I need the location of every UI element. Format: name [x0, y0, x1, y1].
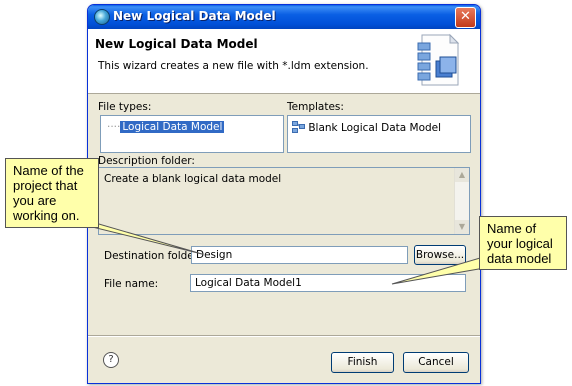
- file-type-label: Logical Data Model: [120, 121, 225, 133]
- tree-item-logical-data-model[interactable]: ···· Logical Data Model: [107, 121, 225, 133]
- wizard-title: New Logical Data Model: [95, 37, 258, 51]
- templates-list[interactable]: Blank Logical Data Model: [287, 115, 471, 153]
- file-types-tree[interactable]: ···· Logical Data Model: [100, 115, 284, 153]
- description-text-area: Create a blank logical data model ▲ ▼: [98, 167, 470, 235]
- file-types-label: File types:: [98, 101, 152, 113]
- list-item-blank-logical-data-model[interactable]: Blank Logical Data Model: [292, 121, 441, 134]
- file-name-input[interactable]: Logical Data Model1: [190, 274, 466, 292]
- finish-button[interactable]: Finish: [331, 352, 394, 373]
- title-bar[interactable]: New Logical Data Model ✕: [88, 5, 480, 29]
- project-name-callout: Name of the project that you are working…: [5, 158, 99, 228]
- scroll-up-icon[interactable]: ▲: [455, 168, 469, 182]
- template-label: Blank Logical Data Model: [308, 122, 442, 134]
- footer-separator: [88, 335, 480, 337]
- browse-button[interactable]: Browse...: [414, 245, 466, 265]
- close-button[interactable]: ✕: [455, 7, 476, 28]
- template-icon: [292, 121, 305, 133]
- description-scrollbar[interactable]: ▲ ▼: [454, 168, 469, 234]
- description-folder-label: Description folder:: [98, 155, 195, 167]
- scroll-down-icon[interactable]: ▼: [455, 220, 469, 234]
- cancel-button[interactable]: Cancel: [403, 352, 469, 373]
- help-icon[interactable]: ?: [103, 352, 119, 368]
- new-logical-data-model-dialog: New Logical Data Model ✕ New Logical Dat…: [87, 4, 481, 384]
- model-name-callout: Name of your logical data model: [479, 216, 567, 270]
- wizard-header: New Logical Data Model This wizard creat…: [88, 29, 480, 94]
- file-name-label: File name:: [104, 278, 159, 290]
- templates-label: Templates:: [287, 101, 344, 113]
- wizard-description: This wizard creates a new file with *.ld…: [98, 60, 369, 72]
- logical-data-model-wizard-icon: [417, 33, 460, 86]
- eclipse-app-icon: [94, 9, 110, 25]
- window-title: New Logical Data Model: [113, 9, 276, 23]
- description-text: Create a blank logical data model: [104, 173, 282, 185]
- destination-folder-label: Destination folder:: [104, 250, 202, 262]
- destination-folder-input[interactable]: Design: [191, 246, 408, 264]
